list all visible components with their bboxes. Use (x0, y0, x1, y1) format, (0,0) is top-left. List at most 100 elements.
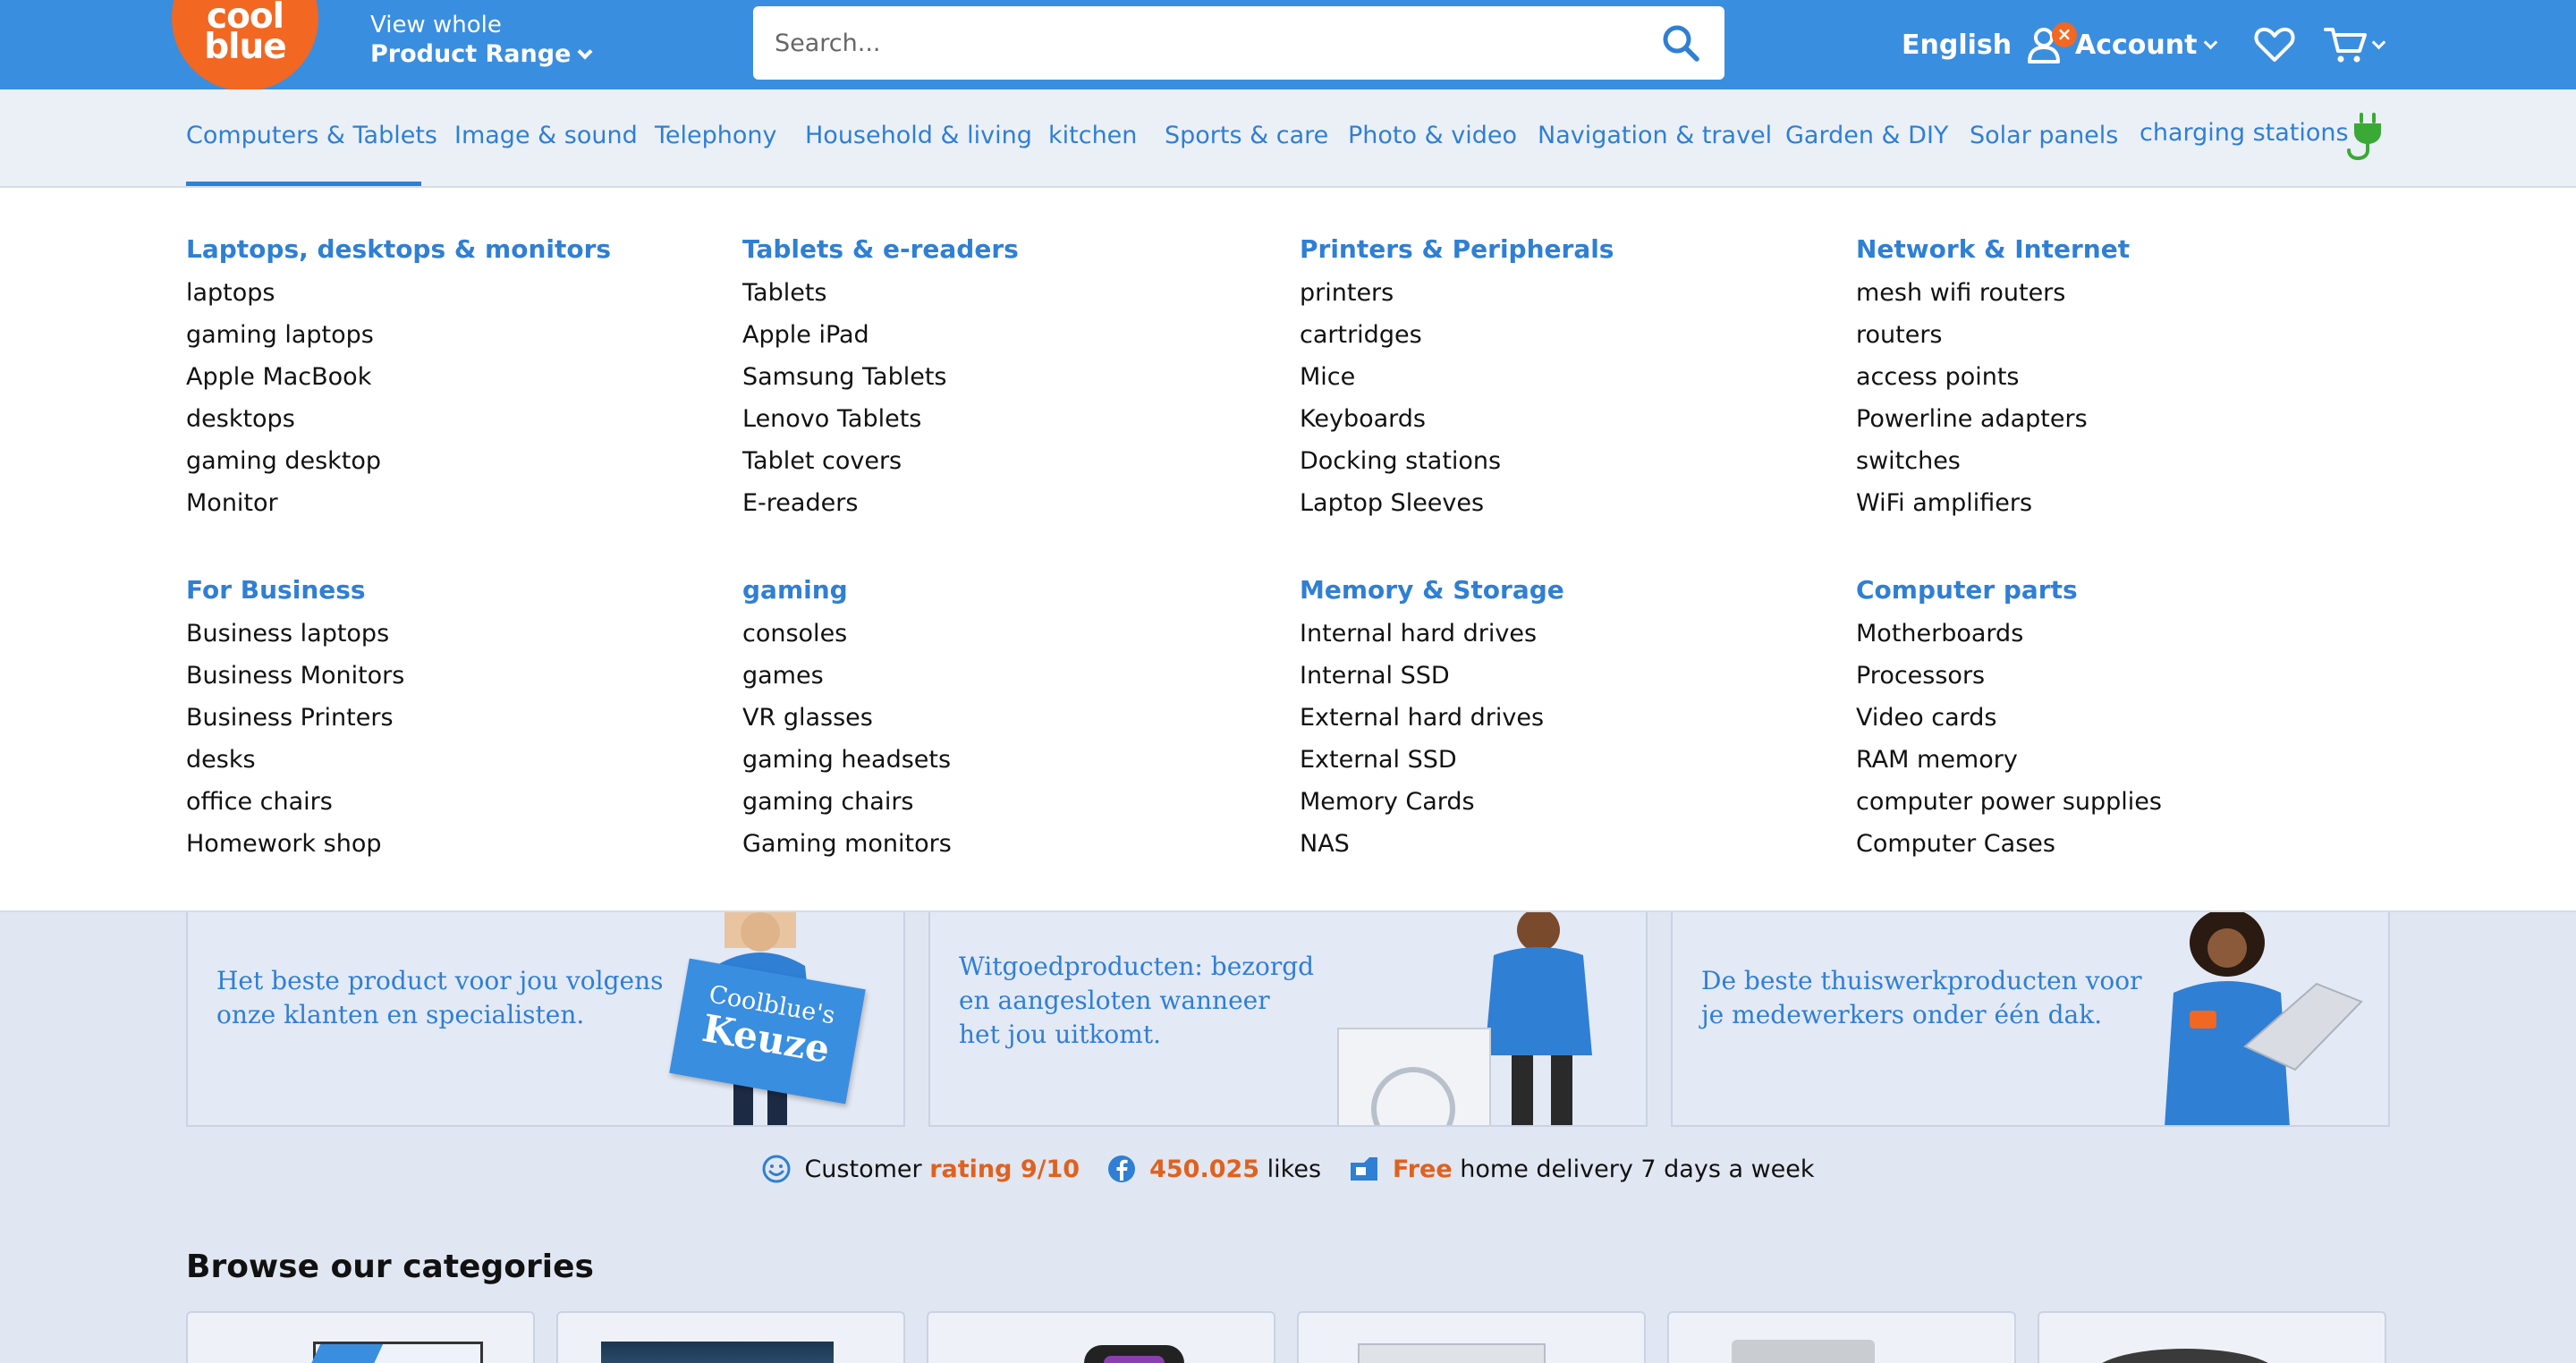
nav-sports-care[interactable]: Sports & care (1165, 122, 1328, 149)
menu-link[interactable]: E-readers (742, 482, 1019, 524)
menu-link[interactable]: printers (1300, 272, 1614, 314)
menu-heading[interactable]: Network & Internet (1856, 232, 2130, 267)
usp-delivery[interactable]: Free home delivery 7 days a week (1348, 1154, 1815, 1184)
menu-link[interactable]: gaming headsets (742, 739, 952, 781)
nav-charging-stations[interactable]: charging stations (2140, 119, 2349, 147)
menu-link[interactable]: gaming chairs (742, 781, 952, 823)
menu-link[interactable]: Video cards (1856, 697, 2162, 739)
usp-rating[interactable]: Customer rating 9/10 (761, 1154, 1080, 1184)
search-input[interactable] (753, 6, 1612, 80)
promo-card-thuiswerk[interactable]: De beste thuiswerkproducten voor je mede… (1671, 912, 2390, 1127)
menu-link[interactable]: Laptop Sleeves (1300, 482, 1614, 524)
nav-telephony[interactable]: Telephony (655, 122, 777, 149)
usp-likes[interactable]: 450.025 likes (1106, 1154, 1321, 1184)
delivery-free: Free (1393, 1155, 1453, 1183)
menu-link[interactable]: NAS (1300, 823, 1564, 865)
menu-link[interactable]: Business Monitors (186, 655, 404, 697)
menu-link[interactable]: routers (1856, 314, 2130, 356)
coolblue-logo[interactable]: cool blue (172, 0, 318, 91)
menu-link[interactable]: Lenovo Tablets (742, 398, 1019, 440)
menu-link[interactable]: Mice (1300, 356, 1614, 398)
menu-link[interactable]: RAM memory (1856, 739, 2162, 781)
menu-link[interactable]: access points (1856, 356, 2130, 398)
menu-link[interactable]: Internal hard drives (1300, 613, 1564, 655)
menu-link[interactable]: gaming laptops (186, 314, 611, 356)
menu-link[interactable]: Tablet covers (742, 440, 1019, 482)
nav-household-living[interactable]: Household & living (805, 122, 1032, 149)
promo-text: Het beste product voor jou volgens (216, 966, 664, 995)
category-card[interactable] (927, 1311, 1275, 1363)
menu-link[interactable]: games (742, 655, 952, 697)
menu-link[interactable]: Monitor (186, 482, 611, 524)
menu-link[interactable]: External hard drives (1300, 697, 1564, 739)
menu-column-3b: Memory & Storage Internal hard drives In… (1300, 572, 1564, 865)
menu-column-4: Network & Internet mesh wifi routers rou… (1856, 232, 2130, 524)
nav-garden-diy[interactable]: Garden & DIY (1785, 122, 1948, 149)
nav-navigation-travel[interactable]: Navigation & travel (1538, 122, 1772, 149)
menu-link[interactable]: Tablets (742, 272, 1019, 314)
language-switch[interactable]: English (1902, 0, 2012, 89)
menu-link[interactable]: mesh wifi routers (1856, 272, 2130, 314)
menu-link[interactable]: Motherboards (1856, 613, 2162, 655)
nav-computers-tablets[interactable]: Computers & Tablets (186, 122, 437, 149)
menu-link[interactable]: cartridges (1300, 314, 1614, 356)
promo-card-keuze[interactable]: Het beste product voor jou volgens onze … (186, 912, 905, 1127)
top-header: cool blue View whole Product Range Engli… (0, 0, 2576, 91)
category-card[interactable] (2038, 1311, 2386, 1363)
menu-link[interactable]: desktops (186, 398, 611, 440)
menu-link[interactable]: External SSD (1300, 739, 1564, 781)
heart-icon (2254, 27, 2295, 62)
nav-kitchen[interactable]: kitchen (1048, 122, 1137, 149)
menu-link[interactable]: Memory Cards (1300, 781, 1564, 823)
menu-link[interactable]: consoles (742, 613, 952, 655)
promo-card-witgoed[interactable]: Witgoedproducten: bezorgd en aangesloten… (928, 912, 1648, 1127)
menu-heading[interactable]: gaming (742, 572, 952, 608)
account-menu[interactable]: × Account (2025, 0, 2218, 89)
menu-heading[interactable]: Laptops, desktops & monitors (186, 232, 611, 267)
chevron-down-icon (2204, 35, 2218, 49)
menu-link[interactable]: Apple MacBook (186, 356, 611, 398)
menu-link[interactable]: Powerline adapters (1856, 398, 2130, 440)
menu-link[interactable]: Gaming monitors (742, 823, 952, 865)
menu-link[interactable]: Business Printers (186, 697, 404, 739)
menu-link[interactable]: Docking stations (1300, 440, 1614, 482)
menu-heading[interactable]: Memory & Storage (1300, 572, 1564, 608)
menu-link[interactable]: Keyboards (1300, 398, 1614, 440)
menu-link[interactable]: desks (186, 739, 404, 781)
menu-link[interactable]: WiFi amplifiers (1856, 482, 2130, 524)
search-icon[interactable] (1660, 22, 1701, 63)
menu-link[interactable]: Samsung Tablets (742, 356, 1019, 398)
menu-heading[interactable]: Computer parts (1856, 572, 2162, 608)
menu-link[interactable]: Homework shop (186, 823, 404, 865)
product-range-menu[interactable]: View whole Product Range (370, 11, 593, 70)
menu-link[interactable]: Business laptops (186, 613, 404, 655)
menu-link[interactable]: Internal SSD (1300, 655, 1564, 697)
category-card[interactable] (1667, 1311, 2016, 1363)
menu-heading[interactable]: For Business (186, 572, 404, 608)
nav-solar-panels[interactable]: Solar panels (1970, 122, 2118, 149)
menu-link[interactable]: Apple iPad (742, 314, 1019, 356)
menu-link[interactable]: gaming desktop (186, 440, 611, 482)
rating-label: Customer (804, 1155, 922, 1183)
menu-heading[interactable]: Tablets & e-readers (742, 232, 1019, 267)
menu-link[interactable]: switches (1856, 440, 2130, 482)
cart-button[interactable] (2324, 0, 2386, 89)
wishlist-button[interactable] (2254, 0, 2295, 89)
menu-heading[interactable]: Printers & Peripherals (1300, 232, 1614, 267)
menu-link[interactable]: VR glasses (742, 697, 952, 739)
menu-link[interactable]: Computer Cases (1856, 823, 2162, 865)
nav-photo-video[interactable]: Photo & video (1348, 122, 1517, 149)
menu-link[interactable]: Processors (1856, 655, 2162, 697)
promo-text: en aangesloten wanneer (959, 986, 1270, 1015)
nav-image-sound[interactable]: Image & sound (454, 122, 638, 149)
likes-count: 450.025 (1149, 1155, 1260, 1183)
category-card[interactable] (186, 1311, 535, 1363)
menu-link[interactable]: laptops (186, 272, 611, 314)
category-card[interactable] (1297, 1311, 1646, 1363)
menu-column-2b: gaming consoles games VR glasses gaming … (742, 572, 952, 865)
menu-link[interactable]: office chairs (186, 781, 404, 823)
usp-bar: Customer rating 9/10 450.025 likes Free … (0, 1154, 2576, 1184)
menu-link[interactable]: computer power supplies (1856, 781, 2162, 823)
category-card[interactable] (556, 1311, 905, 1363)
view-whole-label: View whole (370, 12, 502, 38)
